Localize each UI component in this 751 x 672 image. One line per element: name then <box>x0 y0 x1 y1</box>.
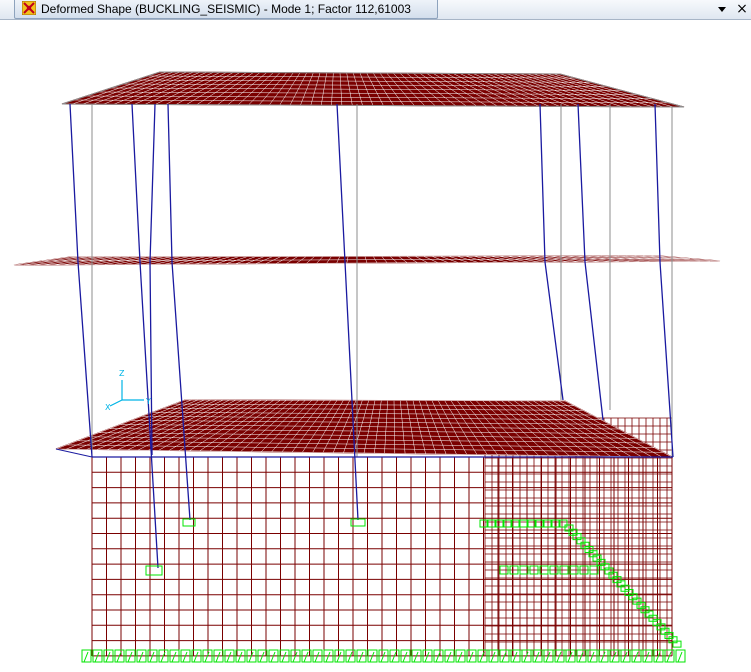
close-button[interactable]: × <box>734 0 750 18</box>
axis-triad: X Y Z <box>105 369 151 412</box>
structure-app-icon <box>22 1 36 15</box>
axis-z-label: Z <box>119 369 125 378</box>
window-title: Deformed Shape (BUCKLING_SEISMIC) - Mode… <box>41 2 411 16</box>
column-6 <box>539 103 564 401</box>
axis-x-line <box>109 399 123 407</box>
axis-x-label: X <box>105 403 111 412</box>
roof-slab-deformed <box>61 71 685 108</box>
column-1 <box>69 103 93 458</box>
column-8 <box>654 103 674 458</box>
mid-slab-deformed <box>13 255 721 266</box>
axis-y-label: Y <box>145 397 151 406</box>
title-bar: Deformed Shape (BUCKLING_SEISMIC) - Mode… <box>0 0 751 20</box>
edge-beam <box>55 448 93 458</box>
deformed-shape-window: Deformed Shape (BUCKLING_SEISMIC) - Mode… <box>0 0 751 672</box>
window-tab[interactable]: Deformed Shape (BUCKLING_SEISMIC) - Mode… <box>14 0 438 19</box>
model-viewport[interactable]: X Y Z <box>0 20 751 672</box>
chevron-down-icon[interactable] <box>714 1 730 17</box>
